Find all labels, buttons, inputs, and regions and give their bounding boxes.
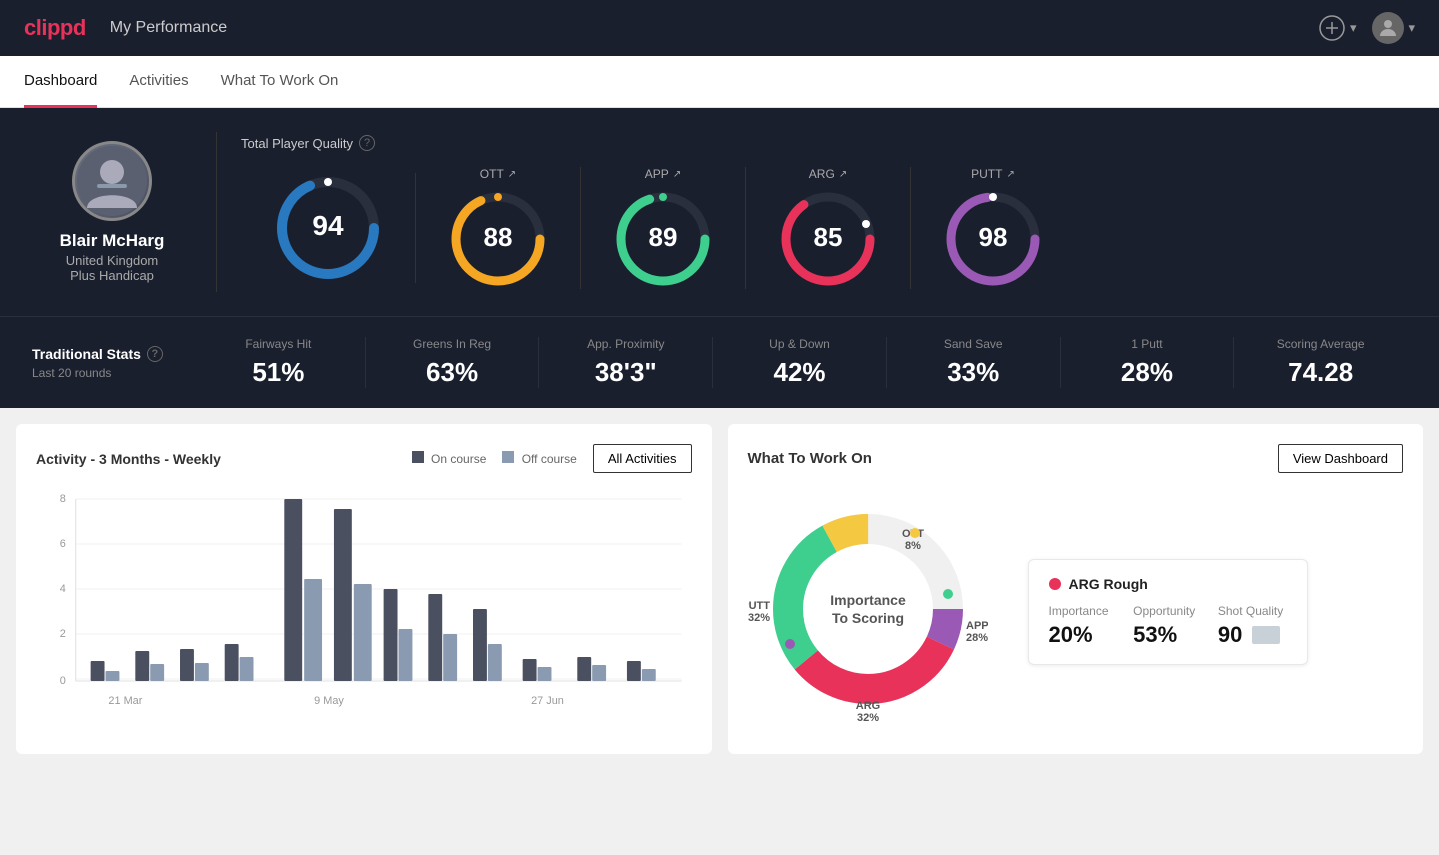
- app-arrow-icon: ↗: [673, 169, 681, 180]
- stat-updown: Up & Down 42%: [713, 337, 887, 388]
- detail-metrics: Importance 20% Opportunity 53% Shot Qual…: [1049, 604, 1287, 648]
- all-activities-button[interactable]: All Activities: [593, 444, 692, 473]
- svg-text:9 May: 9 May: [314, 695, 344, 707]
- svg-text:88: 88: [484, 222, 513, 252]
- shot-quality-bar: [1252, 626, 1280, 644]
- quality-title: Total Player Quality ?: [241, 135, 1407, 151]
- player-name: Blair McHarg: [60, 231, 165, 251]
- putt-arrow-icon: ↗: [1006, 169, 1014, 180]
- quality-section: Total Player Quality ? 94 OTT ↗: [241, 135, 1407, 289]
- chart-header: Activity - 3 Months - Weekly On course O…: [36, 444, 692, 473]
- gauge-app: APP ↗ 89: [581, 167, 746, 289]
- ott-arrow-icon: ↗: [508, 169, 516, 180]
- tab-activities[interactable]: Activities: [129, 56, 188, 108]
- chart-legend: On course Off course: [412, 451, 577, 466]
- svg-text:32%: 32%: [856, 712, 878, 724]
- stat-fairways: Fairways Hit 51%: [192, 337, 366, 388]
- nav-tabs: Dashboard Activities What To Work On: [0, 56, 1439, 108]
- metric-opportunity: Opportunity 53%: [1133, 604, 1202, 648]
- gauges: 94 OTT ↗ 88 APP ↗: [241, 167, 1407, 289]
- gauge-main: 94: [241, 173, 416, 283]
- off-course-legend-dot: [502, 451, 514, 463]
- work-detail-card: ARG Rough Importance 20% Opportunity 53%…: [1028, 559, 1308, 665]
- svg-text:APP: APP: [966, 620, 988, 632]
- svg-text:98: 98: [979, 222, 1008, 252]
- svg-text:94: 94: [312, 210, 344, 241]
- gauge-putt: PUTT ↗ 98: [911, 167, 1075, 289]
- svg-text:To Scoring: To Scoring: [831, 610, 903, 626]
- svg-text:2: 2: [60, 628, 66, 640]
- avatar: [72, 141, 152, 221]
- trad-stats-label: Traditional Stats ? Last 20 rounds: [32, 346, 192, 380]
- donut-chart: Importance To Scoring OTT 8% APP 28% ARG…: [748, 489, 1008, 734]
- header-title: My Performance: [110, 19, 227, 37]
- svg-text:Importance: Importance: [830, 592, 906, 608]
- donut-svg: Importance To Scoring OTT 8% APP 28% ARG…: [748, 489, 988, 729]
- svg-text:28%: 28%: [966, 632, 988, 644]
- svg-text:21 Mar: 21 Mar: [108, 695, 142, 707]
- header-right: ▾ ▾: [1318, 12, 1415, 44]
- logo[interactable]: clippd: [24, 15, 86, 41]
- svg-text:0: 0: [60, 675, 66, 687]
- svg-text:4: 4: [60, 583, 66, 595]
- divider: [216, 132, 217, 292]
- stat-sandsave: Sand Save 33%: [887, 337, 1061, 388]
- metric-importance: Importance 20%: [1049, 604, 1118, 648]
- header-left: clippd My Performance: [24, 15, 227, 41]
- player-handicap: Plus Handicap: [70, 268, 154, 283]
- trad-stats: Traditional Stats ? Last 20 rounds Fairw…: [0, 316, 1439, 408]
- work-content: Importance To Scoring OTT 8% APP 28% ARG…: [748, 489, 1404, 734]
- activity-panel: Activity - 3 Months - Weekly On course O…: [16, 424, 712, 754]
- chart-svg: 0 2 4 6 8: [36, 489, 692, 719]
- stat-greens: Greens In Reg 63%: [366, 337, 540, 388]
- stat-proximity: App. Proximity 38'3": [539, 337, 713, 388]
- svg-text:85: 85: [814, 222, 843, 252]
- svg-text:89: 89: [649, 222, 678, 252]
- stat-items: Fairways Hit 51% Greens In Reg 63% App. …: [192, 337, 1407, 388]
- gauge-arg: ARG ↗ 85: [746, 167, 911, 289]
- tab-what-to-work-on[interactable]: What To Work On: [221, 56, 339, 108]
- svg-text:27 Jun: 27 Jun: [531, 695, 564, 707]
- stat-1putt: 1 Putt 28%: [1061, 337, 1235, 388]
- on-course-legend-dot: [412, 451, 424, 463]
- metric-shot-quality: Shot Quality 90: [1218, 604, 1287, 648]
- player-country: United Kingdom: [66, 253, 159, 268]
- tab-dashboard[interactable]: Dashboard: [24, 56, 97, 108]
- work-title: What To Work On: [748, 450, 872, 467]
- add-icon[interactable]: ▾: [1318, 14, 1357, 42]
- bottom-panels: Activity - 3 Months - Weekly On course O…: [0, 408, 1439, 770]
- header: clippd My Performance ▾ ▾: [0, 0, 1439, 56]
- stats-panel: Blair McHarg United Kingdom Plus Handica…: [0, 108, 1439, 316]
- chart-area: 0 2 4 6 8: [36, 489, 692, 709]
- svg-text:ARG: ARG: [855, 700, 879, 712]
- quality-help-icon[interactable]: ?: [359, 135, 375, 151]
- player-info: Blair McHarg United Kingdom Plus Handica…: [32, 141, 192, 283]
- detail-dot: [1049, 578, 1061, 590]
- trad-help-icon[interactable]: ?: [147, 346, 163, 362]
- user-avatar-icon[interactable]: ▾: [1372, 12, 1415, 44]
- gauge-ott: OTT ↗ 88: [416, 167, 581, 289]
- view-dashboard-button[interactable]: View Dashboard: [1278, 444, 1403, 473]
- stat-scoring: Scoring Average 74.28: [1234, 337, 1407, 388]
- arg-arrow-icon: ↗: [839, 169, 847, 180]
- work-header: What To Work On View Dashboard: [748, 444, 1404, 473]
- svg-text:PUTT: PUTT: [748, 600, 770, 612]
- svg-text:32%: 32%: [748, 612, 770, 624]
- chart-title: Activity - 3 Months - Weekly: [36, 451, 221, 467]
- svg-text:8: 8: [60, 493, 66, 505]
- svg-text:8%: 8%: [905, 540, 921, 552]
- svg-text:6: 6: [60, 538, 66, 550]
- work-on-panel: What To Work On View Dashboard: [728, 424, 1424, 754]
